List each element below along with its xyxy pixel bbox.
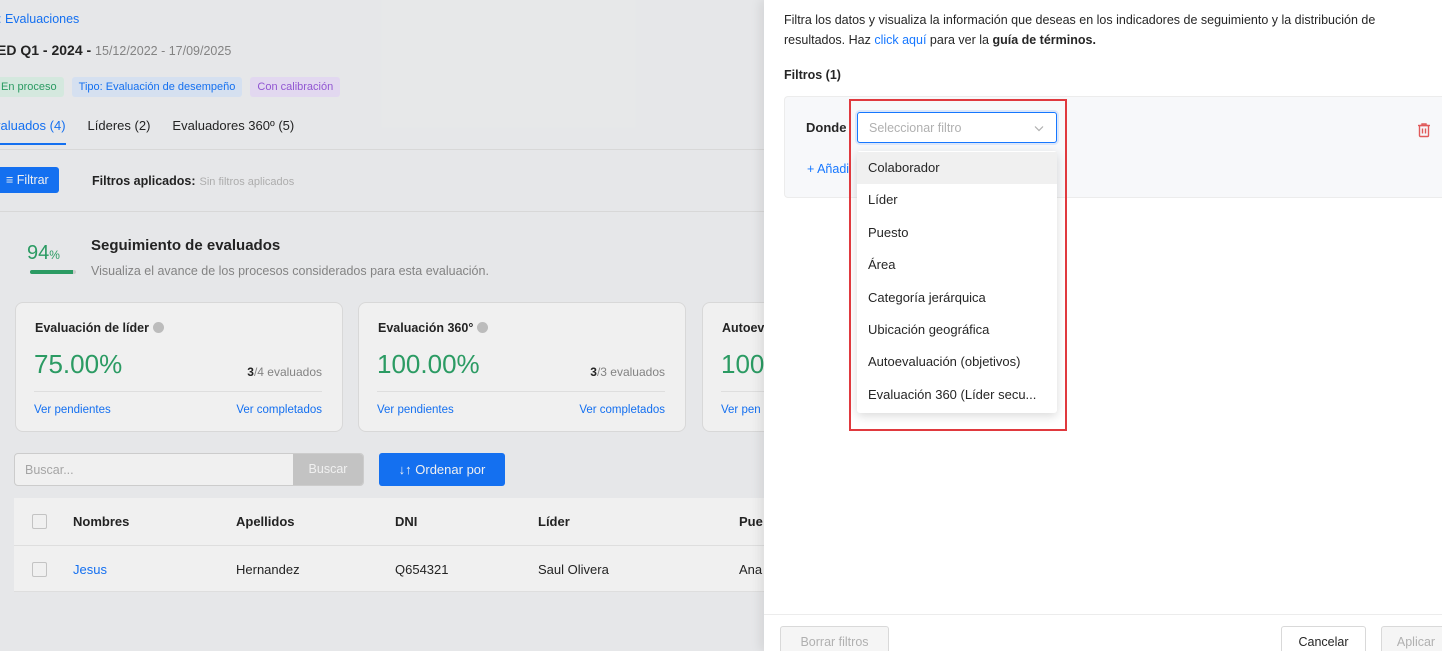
option-colaborador[interactable]: Colaborador <box>857 152 1057 185</box>
chevron-down-icon <box>1034 126 1044 132</box>
cancel-button[interactable]: Cancelar <box>1281 626 1366 651</box>
apply-button[interactable]: Aplicar <box>1381 626 1442 651</box>
option-ubicacion-geografica[interactable]: Ubicación geográfica <box>857 314 1057 346</box>
drawer-description: Filtra los datos y visualiza la informac… <box>784 10 1442 50</box>
terms-link[interactable]: click aquí <box>874 33 926 47</box>
add-filter-link[interactable]: + Añadi <box>807 162 849 176</box>
filter-dropdown-menu: Colaborador Líder Puesto Área Categoría … <box>857 151 1057 413</box>
option-puesto[interactable]: Puesto <box>857 217 1057 249</box>
option-autoevaluacion-objetivos[interactable]: Autoevaluación (objetivos) <box>857 346 1057 378</box>
clear-filters-button[interactable]: Borrar filtros <box>780 626 889 651</box>
trash-icon[interactable] <box>1415 121 1433 139</box>
option-lider[interactable]: Líder <box>857 184 1057 216</box>
filters-title: Filtros (1) <box>784 68 841 82</box>
filter-select[interactable]: Seleccionar filtro <box>857 112 1057 143</box>
terms-guide-label: guía de términos. <box>992 33 1096 47</box>
description-line-2: resultados. Haz <box>784 33 875 47</box>
modal-mask[interactable] <box>0 0 764 651</box>
option-area[interactable]: Área <box>857 249 1057 281</box>
option-categoria-jerarquica[interactable]: Categoría jerárquica <box>857 282 1057 314</box>
drawer-footer-divider <box>764 614 1442 615</box>
description-line-3: para ver la <box>926 33 993 47</box>
filter-select-placeholder: Seleccionar filtro <box>869 121 962 135</box>
description-line-1: Filtra los datos y visualiza la informac… <box>784 13 1376 27</box>
where-label: Donde <box>806 120 847 135</box>
option-evaluacion-360-lider-secundario[interactable]: Evaluación 360 (Líder secu... <box>857 379 1057 411</box>
